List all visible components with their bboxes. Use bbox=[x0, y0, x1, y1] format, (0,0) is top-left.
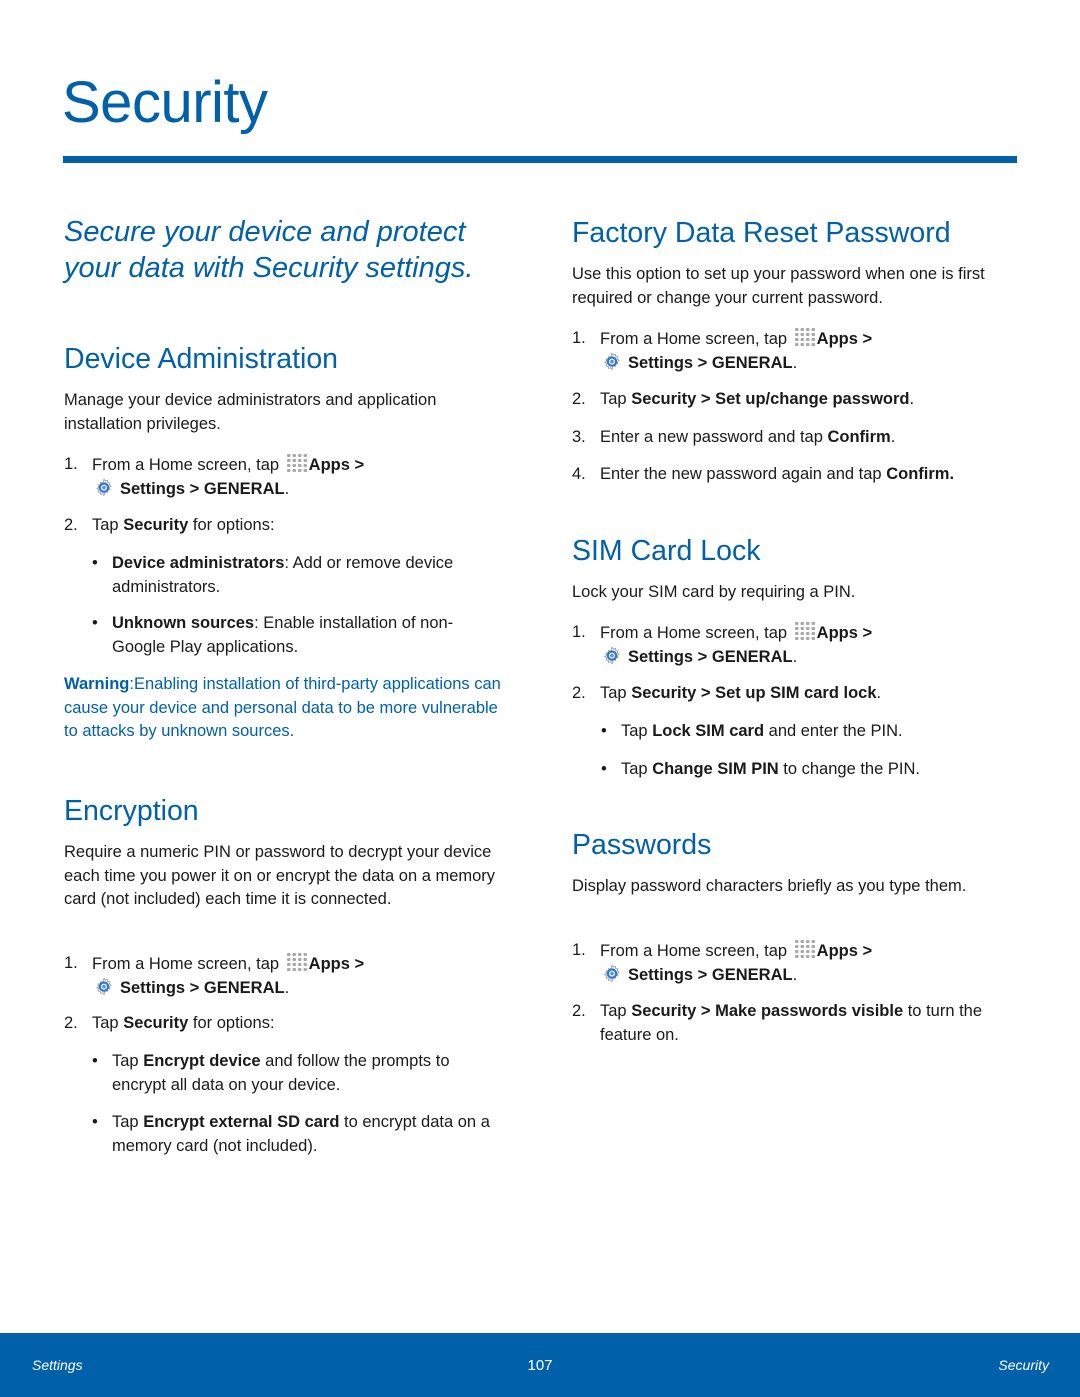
encryption-step-1: 1. From a Home screen, tap Apps > Settin… bbox=[64, 952, 365, 997]
settings-gear-icon bbox=[94, 977, 114, 997]
warning-label: Warning bbox=[64, 675, 130, 693]
heading-passwords: Passwords bbox=[572, 829, 712, 861]
heading-device-administration: Device Administration bbox=[64, 343, 339, 375]
sim-lock-description: Lock your SIM card by requiring a PIN. bbox=[572, 583, 856, 601]
heading-sim-card-lock: SIM Card Lock bbox=[572, 535, 761, 567]
settings-gear-icon bbox=[602, 964, 622, 984]
passwords-step-1: 1. From a Home screen, tap Apps > Settin… bbox=[572, 939, 873, 984]
settings-gear-icon bbox=[602, 646, 622, 666]
settings-label: Settings bbox=[628, 353, 694, 372]
apps-label: Apps bbox=[816, 942, 858, 960]
settings-label: Settings bbox=[120, 978, 186, 997]
heading-factory-data-reset-password: Factory Data Reset Password bbox=[572, 217, 951, 249]
encryption-description: Require a numeric PIN or password to dec… bbox=[64, 843, 496, 908]
device-admin-description: Manage your device administrators and ap… bbox=[64, 391, 437, 433]
apps-label: Apps bbox=[308, 456, 350, 474]
encryption-bullet: • Tap Encrypt device and follow the prom… bbox=[92, 1052, 450, 1094]
device-admin-bullet: • Unknown sources: Enable installation o… bbox=[92, 614, 454, 656]
factory-reset-step-2: 2. Tap Security > Set up/change password… bbox=[572, 390, 915, 408]
apps-grid-icon bbox=[793, 939, 816, 959]
apps-grid-icon bbox=[285, 453, 308, 473]
passwords-step-2: 2. Tap Security > Make passwords visible… bbox=[572, 1002, 983, 1044]
sim-lock-bullet: • Tap Change SIM PIN to change the PIN. bbox=[601, 760, 920, 778]
warning-note: Warning:Enabling installation of third-p… bbox=[64, 675, 501, 740]
encryption-bullet: • Tap Encrypt external SD card to encryp… bbox=[92, 1113, 490, 1155]
apps-grid-icon bbox=[793, 621, 816, 641]
apps-grid-icon bbox=[793, 327, 816, 347]
factory-reset-step-4: 4. Enter the new password again and tap … bbox=[572, 465, 955, 483]
device-admin-bullet: • Device administrators: Add or remove d… bbox=[92, 554, 454, 596]
settings-gear-icon bbox=[602, 352, 622, 372]
factory-reset-description: Use this option to set up your password … bbox=[572, 265, 985, 307]
title-divider bbox=[63, 156, 1017, 163]
apps-grid-icon bbox=[285, 952, 308, 972]
footer-page-number: 107 bbox=[527, 1357, 553, 1374]
settings-label: Settings bbox=[628, 647, 694, 666]
factory-reset-step-1: 1. From a Home screen, tap Apps > Settin… bbox=[572, 327, 873, 372]
settings-label: Settings bbox=[120, 479, 186, 498]
device-admin-step-2: 2. Tap Security for options: bbox=[64, 516, 275, 534]
apps-label: Apps bbox=[816, 330, 858, 348]
page-footer: Settings 107 Security bbox=[0, 1333, 1080, 1397]
intro-text: Secure your device and protect your data… bbox=[64, 216, 474, 284]
factory-reset-step-3: 3. Enter a new password and tap Confirm. bbox=[572, 428, 896, 446]
encryption-step-2: 2. Tap Security for options: bbox=[64, 1014, 275, 1032]
footer-section: Security bbox=[998, 1357, 1049, 1373]
apps-label: Apps bbox=[816, 624, 858, 642]
device-admin-step-1: 1. From a Home screen, tap Apps > Settin… bbox=[64, 453, 365, 498]
settings-gear-icon bbox=[94, 478, 114, 498]
sim-lock-bullet: • Tap Lock SIM card and enter the PIN. bbox=[601, 722, 903, 740]
heading-encryption: Encryption bbox=[64, 795, 199, 827]
apps-label: Apps bbox=[308, 955, 350, 973]
sim-lock-step-2: 2. Tap Security > Set up SIM card lock. bbox=[572, 684, 882, 702]
passwords-description: Display password characters briefly as y… bbox=[572, 877, 967, 895]
settings-label: Settings bbox=[628, 965, 694, 984]
sim-lock-step-1: 1. From a Home screen, tap Apps > Settin… bbox=[572, 621, 873, 666]
page-title: Security bbox=[62, 70, 268, 135]
